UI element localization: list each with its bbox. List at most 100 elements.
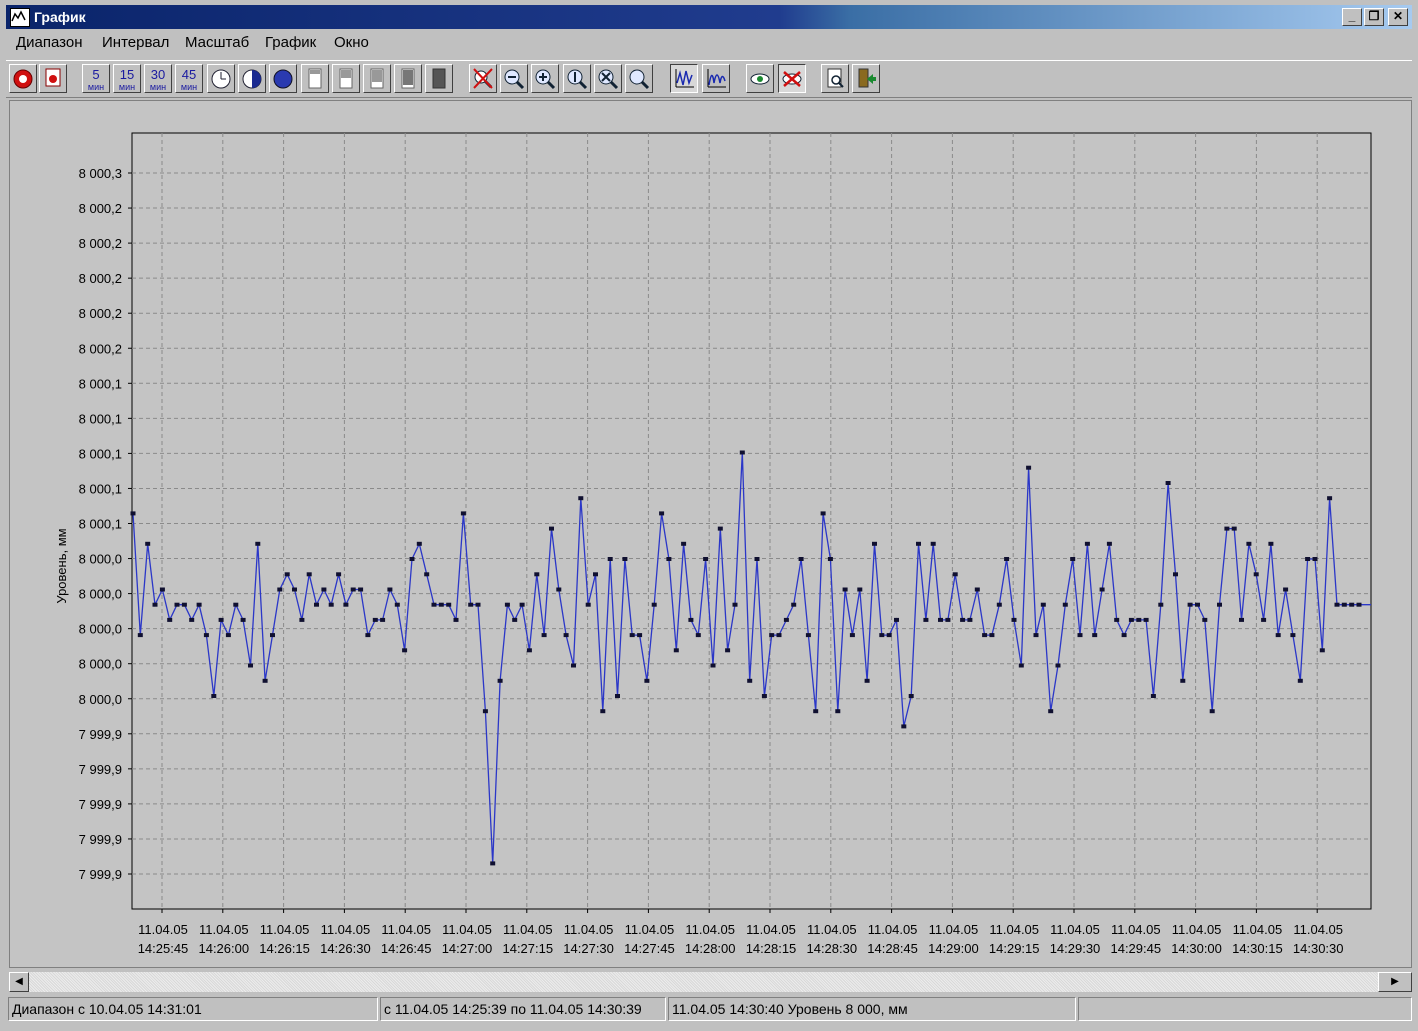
x-tick-date: 11.04.05: [442, 922, 492, 937]
data-point: [1202, 617, 1208, 622]
menu-chart[interactable]: График: [265, 34, 316, 51]
settings-button[interactable]: [39, 64, 67, 93]
zoom-reset-button[interactable]: [469, 64, 497, 93]
y-tick-label: 7 999,9: [79, 832, 122, 847]
data-point: [336, 572, 342, 577]
data-point: [482, 709, 488, 714]
horizontal-scrollbar[interactable]: ◀ ▶: [9, 972, 1412, 992]
close-button[interactable]: ✕: [1388, 8, 1408, 26]
data-point: [438, 602, 444, 607]
y-axis-ticks: 8 000,3 8 000,2 8 000,2 8 000,2 8 000,2 8 000…: [79, 166, 132, 882]
y-tick-label: 8 000,1: [79, 481, 122, 496]
data-point: [1319, 648, 1325, 653]
data-point: [240, 617, 246, 622]
x-tick-time: 14:28:15: [746, 941, 797, 956]
chart-area: 8 000,3 8 000,2 8 000,2 8 000,2 8 000,2 8 000…: [9, 100, 1412, 968]
menu-interval[interactable]: Интервал: [102, 34, 169, 51]
data-point: [1114, 617, 1120, 622]
data-point: [526, 648, 532, 653]
clock-half-button[interactable]: [238, 64, 266, 93]
interval-30-button[interactable]: 30 мин: [144, 64, 172, 93]
minimize-button[interactable]: _: [1342, 8, 1362, 26]
data-point: [886, 633, 892, 638]
data-point: [1180, 678, 1186, 683]
clock-quarter-button[interactable]: [207, 64, 235, 93]
menu-scale[interactable]: Масштаб: [185, 34, 249, 51]
x-tick-time: 14:25:45: [138, 941, 189, 956]
interval-45-button[interactable]: 45 мин: [175, 64, 203, 93]
data-point: [732, 602, 738, 607]
data-point: [174, 602, 180, 607]
x-axis-ticks: 11.04.05 14:25:45 11.04.05 14:26:00 11.04.05…: [138, 909, 1344, 956]
calendar-2-button[interactable]: [332, 64, 360, 93]
data-point: [820, 511, 826, 516]
data-point: [1033, 633, 1039, 638]
data-point: [637, 633, 643, 638]
interval-15-button[interactable]: 15 мин: [113, 64, 141, 93]
data-point: [666, 557, 672, 561]
plot-frame: [131, 132, 1372, 910]
y-tick-label: 7 999,9: [79, 762, 122, 777]
data-point: [673, 648, 679, 653]
data-point: [277, 587, 283, 592]
interval-15-unit: мин: [118, 82, 136, 92]
calendar-1-button[interactable]: [301, 64, 329, 93]
data-point: [908, 694, 914, 698]
calendar-5-button[interactable]: [425, 64, 453, 93]
y-tick-label: 8 000,2: [79, 201, 122, 216]
smooth-chart-button[interactable]: [702, 64, 730, 93]
restore-button[interactable]: ❐: [1364, 8, 1384, 26]
scroll-right-arrow[interactable]: ▶: [1378, 972, 1412, 992]
menu-window[interactable]: Окно: [334, 34, 369, 51]
data-point: [1048, 709, 1054, 714]
interval-45-unit: мин: [180, 82, 198, 92]
data-point: [556, 587, 562, 592]
zoom-vertical-button[interactable]: [563, 64, 591, 93]
show-points-button[interactable]: [746, 64, 774, 93]
data-point: [402, 648, 408, 653]
data-point: [1004, 557, 1010, 561]
data-point: [1356, 602, 1362, 607]
zoom-fit-button[interactable]: [594, 64, 622, 93]
data-point: [593, 572, 598, 577]
x-tick-time: 14:27:15: [502, 941, 553, 956]
calendar-3-button[interactable]: [363, 64, 391, 93]
data-point: [615, 694, 620, 698]
y-tick-label: 8 000,0: [79, 657, 122, 672]
data-point: [1099, 587, 1105, 592]
data-point: [938, 617, 943, 622]
interval-5-button[interactable]: 5 мин: [82, 64, 110, 93]
hide-points-button[interactable]: [778, 64, 806, 93]
y-tick-label: 8 000,0: [79, 692, 122, 707]
data-point: [1011, 617, 1017, 622]
calendar-icon: [339, 68, 353, 89]
data-point: [1040, 602, 1046, 607]
data-point: [659, 511, 665, 516]
exit-button[interactable]: [852, 64, 880, 93]
zoom-in-button[interactable]: [531, 64, 559, 93]
menu-range[interactable]: Диапазон: [16, 34, 83, 51]
data-point: [460, 511, 466, 516]
stop-button[interactable]: [9, 64, 37, 93]
data-point: [189, 617, 195, 622]
data-point: [534, 572, 540, 577]
x-tick-time: 14:28:30: [806, 941, 857, 956]
clock-full-button[interactable]: [269, 64, 297, 93]
calendar-4-button[interactable]: [394, 64, 422, 93]
data-point: [769, 633, 775, 638]
line-chart-button[interactable]: [670, 64, 698, 93]
data-point: [761, 694, 767, 698]
scroll-left-arrow[interactable]: ◀: [9, 972, 29, 992]
data-point: [1268, 541, 1274, 546]
x-tick-date: 11.04.05: [138, 922, 188, 937]
data-point: [343, 602, 349, 607]
zoom-out-icon: [504, 69, 525, 90]
zoom-out-button[interactable]: [500, 64, 528, 93]
data-point: [380, 617, 386, 622]
x-tick-date: 11.04.05: [746, 922, 796, 937]
zoom-button[interactable]: [625, 64, 653, 93]
data-point: [872, 541, 877, 546]
x-tick-time: 14:26:00: [198, 941, 249, 956]
y-tick-label: 7 999,9: [79, 867, 122, 882]
print-preview-button[interactable]: [821, 64, 849, 93]
